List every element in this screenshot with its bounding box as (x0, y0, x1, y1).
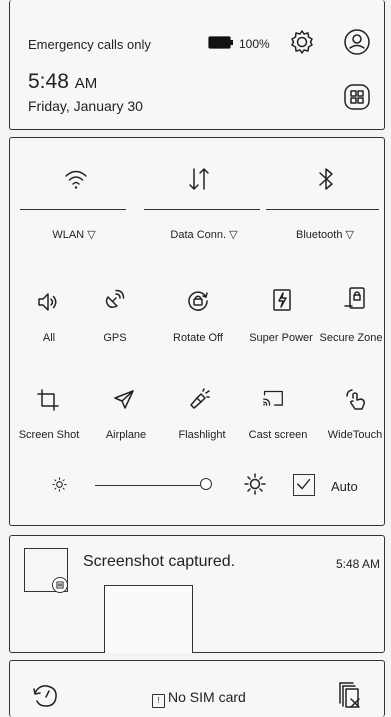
tile-label-rotate: Rotate Off (173, 332, 223, 344)
screenshot-thumbnail[interactable] (104, 585, 193, 653)
chevron-down-icon: ▽ (229, 229, 238, 241)
sim-status: ! No SIM card (152, 689, 246, 708)
bluetooth-dropdown[interactable]: Bluetooth ▽ (270, 228, 380, 241)
brightness-high-icon (244, 473, 266, 495)
date-text: Friday, January 30 (28, 98, 143, 114)
notification-app-icon (24, 548, 68, 593)
settings-gear-icon[interactable] (289, 29, 315, 55)
clock-time: 5:48 AM (28, 70, 98, 93)
crop-icon[interactable] (37, 389, 59, 411)
tile-label-widetouch: WideTouch (327, 429, 383, 441)
battery-icon (208, 36, 234, 49)
chevron-down-icon: ▽ (87, 229, 96, 241)
airplane-icon[interactable] (113, 389, 135, 411)
notification-time: 5:48 AM (336, 557, 381, 571)
screenshot-badge-icon (52, 577, 68, 593)
wlan-dropdown[interactable]: WLAN ▽ (22, 228, 126, 241)
notification-title: Screenshot captured. (83, 553, 236, 570)
chevron-down-icon: ▽ (345, 229, 354, 241)
tile-label-gps: GPS (103, 332, 127, 344)
gps-icon[interactable] (103, 289, 125, 311)
battery-percent: 100% (239, 37, 270, 51)
bluetooth-icon[interactable] (317, 167, 335, 191)
wlan-divider (20, 209, 126, 210)
status-panel: Emergency calls only 100% 5:48 AM Friday… (9, 0, 385, 130)
rotate-lock-icon[interactable] (187, 289, 209, 311)
check-icon (296, 478, 311, 490)
super-power-icon[interactable] (271, 289, 293, 311)
sound-icon[interactable] (37, 291, 59, 313)
brightness-slider-track[interactable] (95, 485, 205, 486)
clear-notifications-icon[interactable] (338, 681, 362, 709)
secure-zone-icon[interactable] (344, 287, 366, 309)
tile-label-secure-zone: Secure Zone (319, 332, 383, 344)
brightness-slider-knob[interactable] (200, 478, 212, 490)
auto-brightness-checkbox[interactable] (293, 474, 315, 496)
bluetooth-divider (266, 209, 379, 210)
data-conn-dropdown[interactable]: Data Conn. ▽ (148, 228, 260, 241)
data-arrows-icon[interactable] (187, 167, 211, 191)
sim-card-icon: ! (152, 694, 165, 708)
clear-history-icon[interactable] (33, 684, 59, 708)
data-divider (144, 209, 260, 210)
wifi-icon[interactable] (64, 168, 88, 190)
auto-brightness-label: Auto (331, 479, 358, 494)
brightness-low-icon (52, 477, 67, 492)
carrier-status: Emergency calls only (28, 37, 151, 52)
wide-touch-icon[interactable] (345, 389, 367, 411)
flashlight-icon[interactable] (188, 388, 210, 410)
cast-icon[interactable] (262, 389, 284, 411)
edit-tiles-icon[interactable] (344, 84, 370, 110)
user-profile-icon[interactable] (343, 28, 371, 56)
